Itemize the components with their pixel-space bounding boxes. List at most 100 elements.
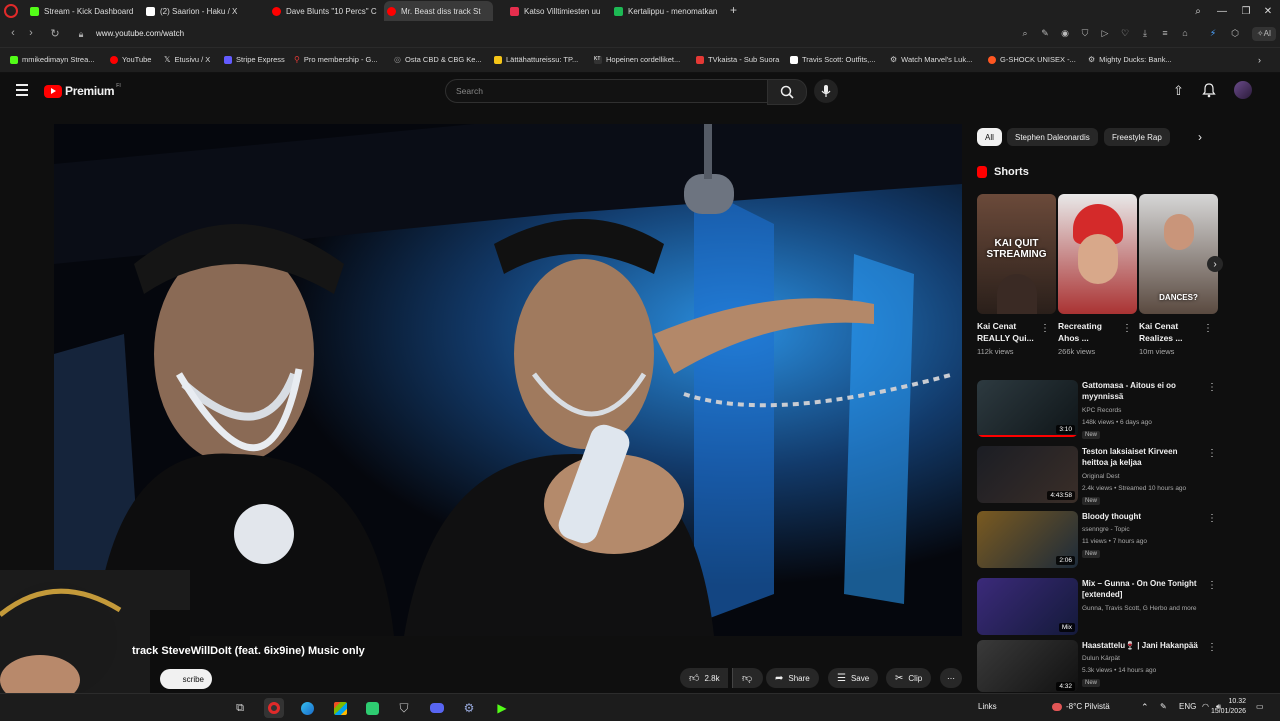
- tab-search-icon[interactable]: ⌕: [1186, 0, 1210, 22]
- steam-icon[interactable]: ⚙︎: [459, 698, 479, 718]
- channel-name[interactable]: Dulun Kärpät: [1082, 655, 1120, 662]
- search-button[interactable]: [767, 79, 807, 105]
- edit-icon[interactable]: ✎: [1038, 28, 1052, 39]
- chips-next-icon[interactable]: ›: [1198, 130, 1202, 144]
- tab-dave-blunts[interactable]: Dave Blunts "10 Percs" C: [272, 1, 378, 21]
- list-item[interactable]: 4:43:58 Teston laksiaiset Kirveen heitto…: [977, 446, 1232, 506]
- store-icon[interactable]: [330, 698, 350, 718]
- opera-logo-icon[interactable]: [4, 4, 18, 18]
- edge-icon[interactable]: [297, 698, 317, 718]
- bookmarks-overflow-icon[interactable]: ›: [1258, 55, 1261, 65]
- notification-center-icon[interactable]: ▭: [1256, 702, 1264, 711]
- bookmark-lock-icon[interactable]: ⌂: [1178, 28, 1192, 38]
- download-icon[interactable]: ⤓: [1138, 28, 1152, 39]
- clip-button[interactable]: ✂︎ Clip: [886, 668, 932, 688]
- lock-icon[interactable]: 🔒︎: [74, 29, 88, 40]
- discord-icon[interactable]: [427, 698, 447, 718]
- bookmark-item[interactable]: G-SHOCK UNISEX -...: [988, 55, 1076, 64]
- video-title[interactable]: Mix – Gunna - On One Tonight [extended]: [1082, 578, 1202, 600]
- list-item[interactable]: 3:10 Gattomasa - Aitous ei oo myynnissä …: [977, 380, 1232, 440]
- more-vert-icon[interactable]: ⋮: [1203, 323, 1213, 334]
- camera-icon[interactable]: ◉: [1058, 28, 1072, 39]
- tab-kertalippu[interactable]: Kertalippu - menomatkan: [614, 1, 720, 21]
- tab-mr-beast-diss-track[interactable]: Mr. Beast diss track St: [384, 1, 493, 21]
- subscribe-button[interactable]: scribe: [160, 669, 212, 689]
- reload-icon[interactable]: ↻: [48, 27, 62, 40]
- chip-freestyle-rap[interactable]: Freestyle Rap: [1104, 128, 1170, 146]
- menu-icon[interactable]: ≡: [1158, 28, 1172, 38]
- list-item[interactable]: Mix Mix – Gunna - On One Tonight [extend…: [977, 578, 1232, 638]
- back-icon[interactable]: ‹: [6, 27, 20, 39]
- short-thumbnail[interactable]: KAI QUIT STREAMING: [977, 194, 1056, 314]
- channel-name[interactable]: KPC Records: [1082, 407, 1121, 414]
- tab-x-search[interactable]: (2) Saarion - Haku / X: [146, 1, 256, 21]
- voice-search-button[interactable]: [814, 79, 838, 103]
- short-title[interactable]: Kai Cenat Realizes ...: [1139, 320, 1201, 344]
- tab-kick-dashboard[interactable]: Stream - Kick Dashboard: [30, 1, 140, 21]
- extension-icon[interactable]: ⬡: [1228, 28, 1242, 39]
- bookmark-item[interactable]: TVkaista - Sub Suora: [696, 55, 779, 64]
- search-input[interactable]: Search: [445, 79, 769, 103]
- shield-icon[interactable]: ⛉: [394, 698, 414, 718]
- video-thumbnail[interactable]: Mix: [977, 578, 1078, 635]
- short-title[interactable]: Kai Cenat REALLY Qui...: [977, 320, 1039, 344]
- share-button[interactable]: ➦ Share: [766, 668, 819, 688]
- more-vert-icon[interactable]: ⋮: [1207, 448, 1217, 459]
- maximize-button[interactable]: ❐: [1234, 0, 1258, 22]
- video-player[interactable]: [54, 124, 962, 636]
- video-title[interactable]: Gattomasa - Aitous ei oo myynnissä: [1082, 380, 1202, 402]
- play-icon[interactable]: ▷: [1098, 28, 1112, 39]
- more-vert-icon[interactable]: ⋮: [1207, 580, 1217, 591]
- more-vert-icon[interactable]: ⋮: [1040, 323, 1050, 334]
- bookmark-item[interactable]: Stripe Express: [224, 55, 285, 64]
- vpn-icon[interactable]: ⚡︎: [1206, 28, 1220, 39]
- bookmark-item[interactable]: YouTube: [110, 55, 151, 64]
- new-tab-button[interactable]: +: [730, 3, 737, 17]
- opera-taskbar-icon[interactable]: [264, 698, 284, 718]
- heart-icon[interactable]: ♡: [1118, 28, 1132, 39]
- language-indicator[interactable]: ENG: [1179, 702, 1196, 711]
- pen-icon[interactable]: ✎: [1160, 702, 1167, 711]
- chip-stephen-daleonardis[interactable]: Stephen Daleonardis: [1007, 128, 1098, 146]
- links-toolbar[interactable]: Links: [978, 702, 997, 711]
- url-field[interactable]: www.youtube.com/watch: [96, 29, 184, 38]
- tab-villtimiesten[interactable]: Katso Villtimiesten uu: [510, 1, 604, 21]
- bookmark-item[interactable]: ⚲ Pro membership - G...: [294, 55, 378, 64]
- list-item[interactable]: 4:32 Haastattelu🍷 | Jani Hakanpää Dulun …: [977, 640, 1232, 692]
- chat-app-icon[interactable]: [362, 698, 382, 718]
- bookmark-item[interactable]: mmikedimayn Strea...: [10, 55, 95, 64]
- video-thumbnail[interactable]: 4:32: [977, 640, 1078, 692]
- forward-icon[interactable]: ›: [24, 27, 38, 39]
- bookmark-item[interactable]: 𝕏 Etusivu / X: [164, 55, 210, 64]
- notifications-bell-icon[interactable]: [1202, 83, 1216, 103]
- video-title[interactable]: Haastattelu🍷 | Jani Hakanpää: [1082, 640, 1202, 651]
- more-actions-button[interactable]: ⋯: [940, 668, 962, 688]
- bookmark-item[interactable]: Travis Scott: Outfits,...: [790, 55, 876, 64]
- video-title[interactable]: Bloody thought: [1082, 511, 1202, 522]
- bookmark-item[interactable]: ◎ Osta CBD & CBG Ke...: [394, 55, 482, 64]
- youtube-premium-logo[interactable]: Premium FI: [44, 83, 121, 98]
- list-item[interactable]: 2:06 Bloody thought ssenngre - Topic 11 …: [977, 511, 1232, 571]
- search-icon[interactable]: ⌕: [1018, 28, 1032, 39]
- channel-name[interactable]: Original Dest: [1082, 473, 1120, 480]
- hamburger-menu-icon[interactable]: [16, 84, 28, 96]
- short-thumbnail[interactable]: DANCES?: [1139, 194, 1218, 314]
- bookmark-item[interactable]: ⚙︎ Watch Marvel's Luk...: [890, 55, 972, 64]
- more-vert-icon[interactable]: ⋮: [1122, 323, 1132, 334]
- more-vert-icon[interactable]: ⋮: [1207, 513, 1217, 524]
- minimize-button[interactable]: —: [1210, 0, 1234, 22]
- bookmark-item[interactable]: ⚙︎ Mighty Ducks: Bank...: [1088, 55, 1172, 64]
- task-view-icon[interactable]: ⧉: [230, 698, 250, 718]
- video-thumbnail[interactable]: 3:10: [977, 380, 1078, 437]
- short-title[interactable]: Recreating Ahos ...: [1058, 320, 1120, 344]
- chip-all[interactable]: All: [977, 128, 1002, 146]
- save-button[interactable]: ☰ Save: [828, 668, 879, 688]
- clock[interactable]: 10.32 15/01/2026: [1204, 697, 1246, 717]
- like-button[interactable]: 👍︎ 2.8k: [680, 668, 728, 688]
- dislike-button[interactable]: 👎︎: [732, 668, 763, 688]
- bookmark-item[interactable]: KT Hopeinen cordelliket...: [594, 55, 680, 64]
- bookmark-item[interactable]: Lättähattureissu: TP...: [494, 55, 578, 64]
- more-vert-icon[interactable]: ⋮: [1207, 642, 1217, 653]
- shield-icon[interactable]: ⛉: [1078, 28, 1092, 39]
- upload-icon[interactable]: ⇧: [1173, 83, 1184, 99]
